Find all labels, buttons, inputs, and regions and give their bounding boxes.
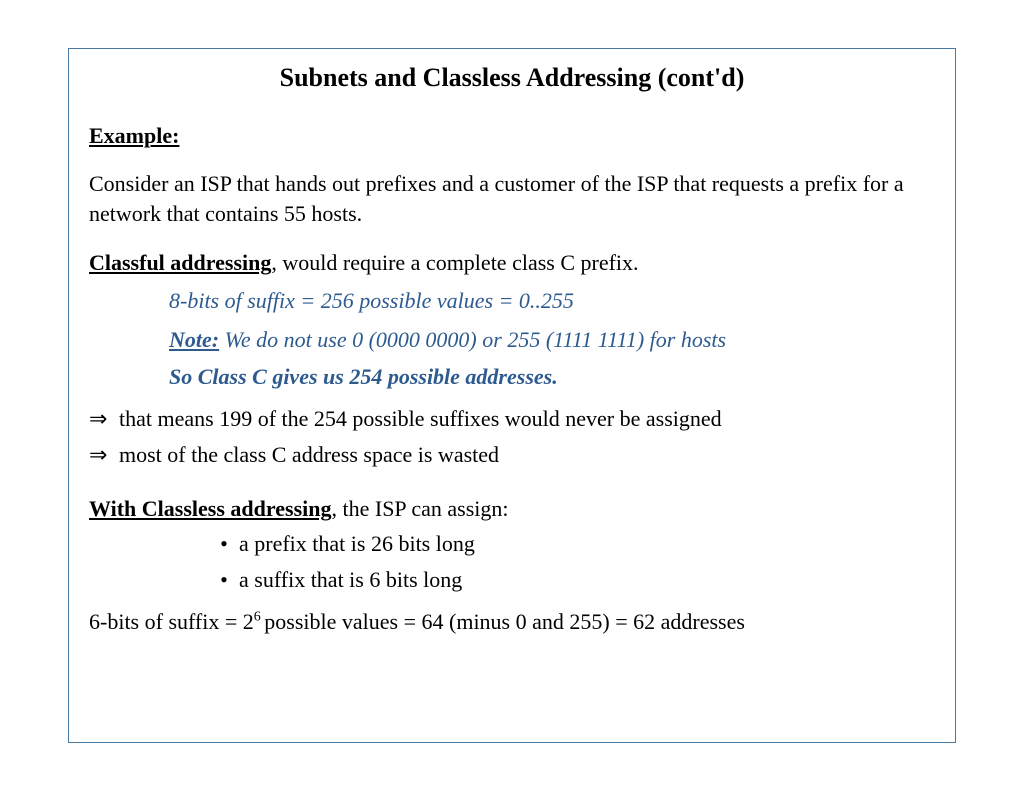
example-text: Consider an ISP that hands out prefixes …	[89, 169, 935, 228]
arrow-line-1: ⇒ that means 199 of the 254 possible suf…	[89, 406, 935, 432]
example-label: Example:	[89, 123, 179, 148]
note-text: We do not use 0 (0000 0000) or 255 (1111…	[219, 327, 726, 352]
bullet-item-1: • a prefix that is 26 bits long	[209, 531, 935, 557]
note-line: Note: We do not use 0 (0000 0000) or 255…	[169, 325, 935, 356]
final-line: 6-bits of suffix = 26 possible values = …	[89, 607, 935, 637]
classc-result: So Class C gives us 254 possible address…	[169, 364, 935, 390]
bullet-icon: •	[209, 567, 239, 593]
classful-text: , would require a complete class C prefi…	[271, 250, 638, 275]
arrow2-text: most of the class C address space is was…	[119, 442, 499, 468]
suffix-line: 8-bits of suffix = 256 possible values =…	[169, 286, 935, 317]
arrow-icon: ⇒	[89, 406, 119, 432]
classful-line: Classful addressing, would require a com…	[89, 248, 935, 278]
final-suffix: possible values = 64 (minus 0 and 255) =…	[264, 609, 745, 634]
classless-line: With Classless addressing, the ISP can a…	[89, 494, 935, 524]
slide-title: Subnets and Classless Addressing (cont'd…	[89, 63, 935, 93]
arrow-icon: ⇒	[89, 442, 119, 468]
final-prefix: 6-bits of suffix = 2	[89, 609, 254, 634]
bullet1-text: a prefix that is 26 bits long	[239, 531, 475, 557]
bullet-icon: •	[209, 531, 239, 557]
classless-text: , the ISP can assign:	[331, 496, 508, 521]
slide-frame: Subnets and Classless Addressing (cont'd…	[68, 48, 956, 743]
bullet2-text: a suffix that is 6 bits long	[239, 567, 462, 593]
arrow-line-2: ⇒ most of the class C address space is w…	[89, 442, 935, 468]
final-exponent: 6	[254, 610, 265, 625]
classful-label: Classful addressing	[89, 250, 271, 275]
arrow1-text: that means 199 of the 254 possible suffi…	[119, 406, 722, 432]
note-label: Note:	[169, 327, 219, 352]
classless-label: With Classless addressing	[89, 496, 331, 521]
bullet-item-2: • a suffix that is 6 bits long	[209, 567, 935, 593]
